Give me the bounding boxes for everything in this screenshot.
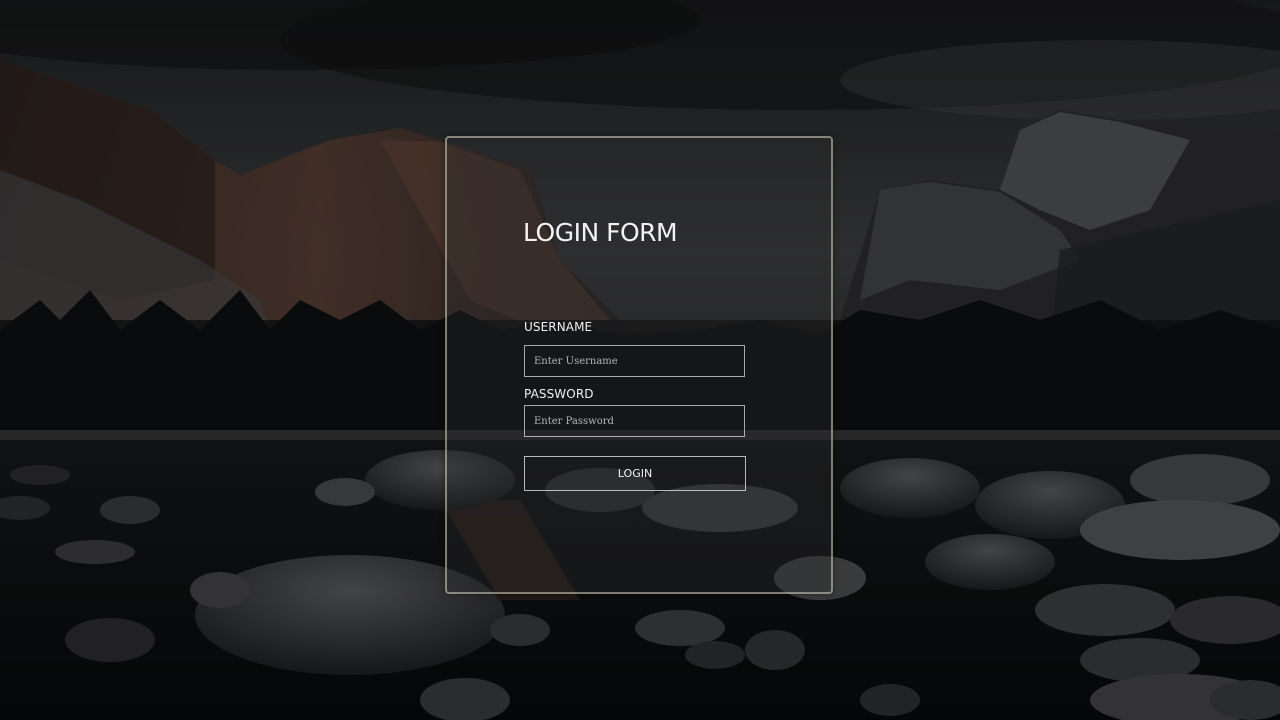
password-input[interactable] xyxy=(524,405,745,437)
login-button[interactable]: LOGIN xyxy=(524,456,746,491)
username-input[interactable] xyxy=(524,345,745,377)
username-label: USERNAME xyxy=(524,320,593,334)
login-form-title: LOGIN FORM xyxy=(523,218,678,247)
login-form-card: LOGIN FORM USERNAME PASSWORD LOGIN xyxy=(445,136,833,594)
password-label: PASSWORD xyxy=(524,387,594,401)
